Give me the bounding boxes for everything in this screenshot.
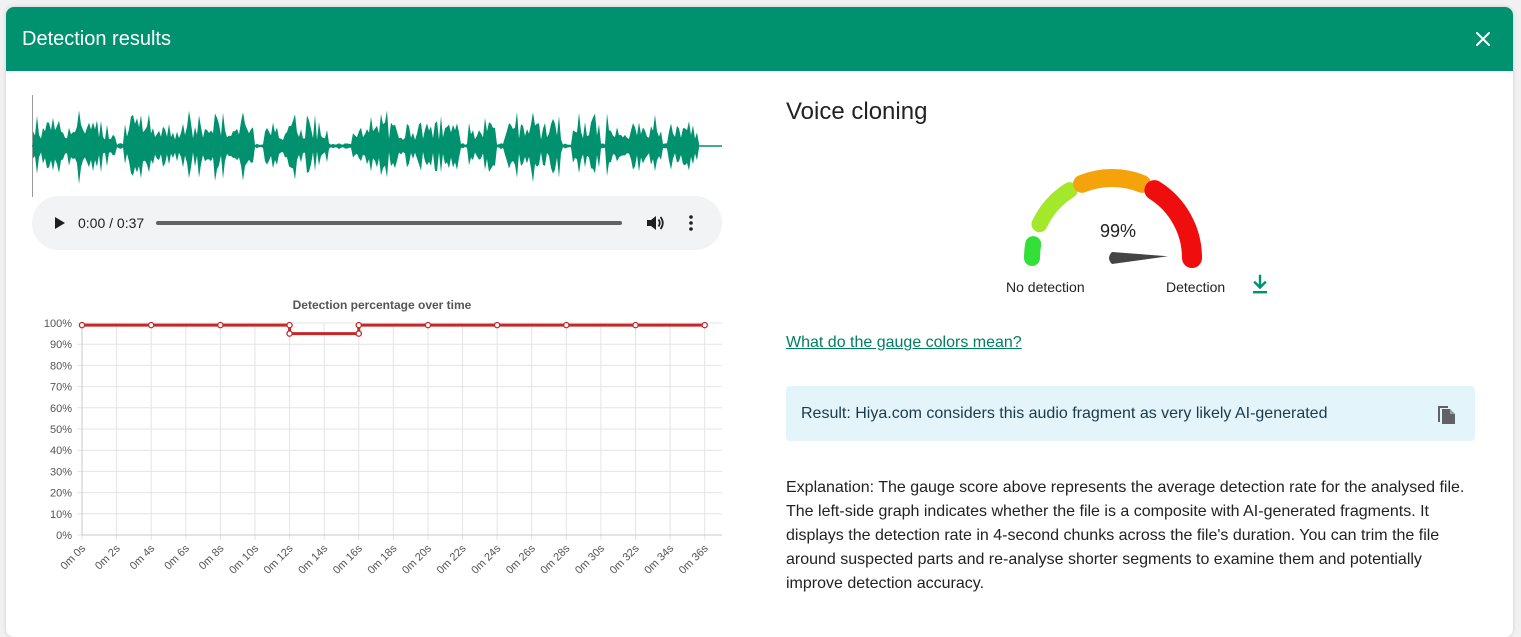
y-tick-label: 90% — [50, 339, 72, 351]
x-tick-label: 0m 26s — [504, 542, 538, 576]
gauge-segment — [1073, 169, 1151, 193]
x-tick-label: 0m 2s — [93, 542, 123, 572]
data-point[interactable] — [217, 321, 224, 329]
gauge-needle — [1109, 252, 1168, 264]
y-tick-label: 10% — [50, 509, 72, 521]
x-tick-label: 0m 32s — [608, 542, 642, 576]
explanation-text: Explanation: The gauge score above repre… — [786, 479, 1465, 592]
data-point[interactable] — [493, 321, 501, 329]
x-tick-label: 0m 28s — [538, 542, 572, 576]
gauge-value: 99% — [1099, 221, 1137, 241]
gauge-segment — [1031, 182, 1078, 233]
data-point[interactable] — [286, 330, 293, 337]
x-tick-label: 0m 4s — [128, 542, 158, 572]
result-box: Result: Hiya.com considers this audio fr… — [786, 386, 1475, 441]
x-tick-label: 0m 18s — [365, 542, 399, 576]
x-tick-label: 0m 12s — [262, 542, 296, 576]
audio-waveform[interactable] — [32, 95, 722, 197]
seek-bar[interactable] — [156, 221, 622, 225]
detection-gauge — [1024, 169, 1202, 268]
copy-icon[interactable] — [1435, 402, 1457, 426]
gauge-segment — [1144, 180, 1202, 268]
data-point[interactable] — [355, 330, 363, 337]
volume-icon[interactable] — [644, 212, 666, 234]
x-tick-label: 0m 10s — [227, 542, 261, 576]
x-tick-label: 0m 20s — [400, 542, 434, 576]
detection-chart: Detection percentage over time 0% 10% 20% 3… — [44, 298, 722, 577]
x-tick-label: 0m 6s — [162, 542, 192, 572]
y-tick-label: 20% — [50, 488, 72, 500]
y-tick-label: 100% — [44, 318, 72, 330]
waveform-shape — [33, 110, 699, 185]
x-tick-label: 0m 36s — [677, 542, 711, 576]
gauge-label-detection: Detection — [1166, 279, 1226, 295]
x-tick-label: 0m 16s — [331, 542, 365, 576]
data-point[interactable] — [286, 321, 293, 329]
y-tick-label: 60% — [50, 403, 72, 415]
y-tick-label: 0% — [56, 530, 72, 542]
play-icon[interactable] — [50, 213, 70, 233]
result-text: Result: Hiya.com considers this audio fr… — [801, 404, 1328, 422]
x-tick-label: 0m 14s — [296, 542, 330, 576]
gauge-segment — [1024, 236, 1042, 266]
playback-time: 0:00 / 0:37 — [78, 215, 145, 231]
x-tick-label: 0m 30s — [573, 542, 607, 576]
x-tick-label: 0m 0s — [58, 542, 88, 572]
dialog-header: Detection results — [6, 7, 1513, 71]
x-tick-label: 0m 24s — [469, 542, 503, 576]
gauge-label-no-detection: No detection — [1006, 279, 1085, 295]
data-point[interactable] — [563, 321, 570, 329]
section-title-voice-cloning: Voice cloning — [786, 98, 928, 125]
data-point[interactable] — [424, 321, 432, 329]
x-tick-label: 0m 22s — [435, 542, 469, 576]
y-tick-label: 70% — [50, 382, 72, 394]
y-tick-label: 40% — [50, 445, 72, 457]
y-tick-label: 50% — [50, 424, 72, 436]
dialog-title: Detection results — [22, 27, 171, 50]
more-vert-icon[interactable] — [680, 212, 702, 234]
chart-title: Detection percentage over time — [293, 298, 472, 312]
close-icon[interactable] — [1471, 27, 1495, 51]
data-point[interactable] — [632, 321, 639, 329]
audio-player: 0:00 / 0:37 — [32, 196, 722, 250]
y-tick-label: 80% — [50, 360, 72, 372]
gauge-colors-help-link[interactable]: What do the gauge colors mean? — [786, 334, 1022, 352]
y-tick-label: 30% — [50, 466, 72, 478]
data-point[interactable] — [78, 321, 86, 329]
download-icon[interactable] — [1250, 274, 1270, 296]
x-tick-label: 0m 34s — [642, 542, 676, 576]
data-point[interactable] — [701, 321, 708, 329]
data-point[interactable] — [147, 321, 155, 329]
data-point[interactable] — [355, 321, 363, 329]
x-tick-label: 0m 8s — [197, 542, 227, 572]
